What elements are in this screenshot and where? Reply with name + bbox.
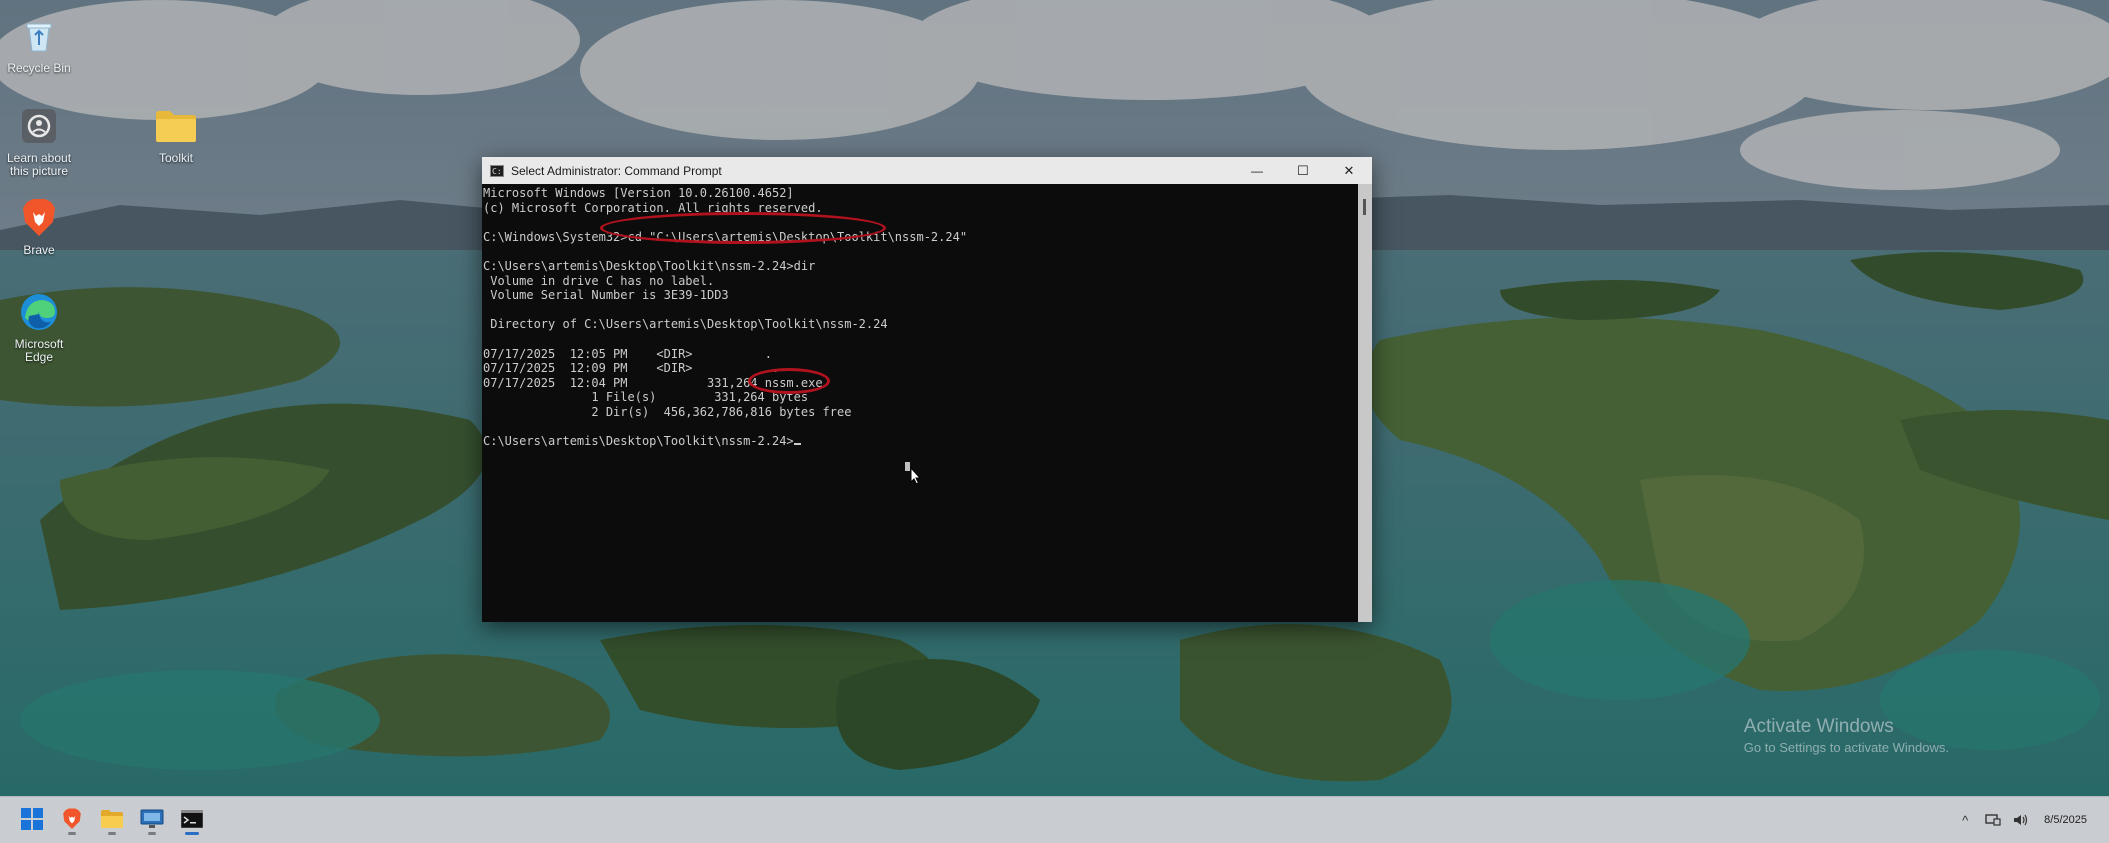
console-line: 07/17/2025 12:09 PM <DIR> .. — [483, 361, 780, 376]
console-line: Volume Serial Number is 3E39-1DD3 — [483, 288, 729, 303]
folder-icon — [154, 104, 198, 148]
taskbar-brave-button[interactable] — [55, 802, 89, 836]
console-line: 2 Dir(s) 456,362,786,816 bytes free — [483, 404, 852, 419]
desktop-icon-recycle-bin[interactable]: Recycle Bin — [0, 14, 78, 75]
taskbar-date: 8/5/2025 — [2044, 814, 2087, 826]
taskbar-start-button[interactable] — [15, 802, 49, 836]
activation-watermark: Activate Windows Go to Settings to activ… — [1744, 716, 1949, 755]
console-line: Volume in drive C has no label. — [483, 273, 715, 288]
desktop-icon-label: Microsoft Edge — [14, 337, 64, 364]
maximize-icon: ☐ — [1297, 162, 1309, 178]
console-prompt-line[interactable]: C:\Users\artemis\Desktop\Toolkit\nssm-2.… — [483, 434, 1358, 449]
desktop-icon-label: Toolkit — [158, 151, 193, 165]
command-prompt-window[interactable]: C: Select Administrator: Command Prompt … — [482, 157, 1372, 622]
taskbar-remote-desktop-button[interactable] — [135, 802, 169, 836]
vertical-scrollbar[interactable] — [1358, 184, 1372, 622]
running-indicator — [108, 832, 116, 835]
brave-lion-icon — [63, 808, 81, 829]
close-icon: ✕ — [1343, 162, 1355, 178]
system-tray: ^ 8/5/2025 — [1954, 797, 2109, 843]
console-line: Directory of C:\Users\artemis\Desktop\To… — [483, 317, 888, 332]
maximize-button[interactable]: ☐ — [1280, 157, 1326, 184]
recycle-bin-icon — [17, 14, 61, 58]
watermark-subtitle: Go to Settings to activate Windows. — [1743, 740, 1949, 755]
taskbar: ^ 8/5/2025 — [0, 796, 2109, 843]
minimize-button[interactable]: — — [1234, 157, 1280, 184]
running-indicator — [148, 832, 156, 835]
console-output[interactable]: Microsoft Windows [Version 10.0.26100.46… — [482, 184, 1358, 622]
console-line: (c) Microsoft Corporation. All rights re… — [483, 200, 823, 215]
text-cursor — [793, 443, 801, 446]
terminal-icon: C: — [490, 164, 504, 177]
desktop-icon-brave[interactable]: Brave — [0, 196, 78, 257]
taskbar-clock[interactable]: 8/5/2025 — [2044, 813, 2087, 827]
desktop-icon-learn-about-picture[interactable]: Learn about this picture — [0, 104, 78, 178]
desktop-icon-label: Brave — [23, 243, 55, 257]
console-line: 07/17/2025 12:05 PM <DIR> . — [483, 346, 772, 361]
taskbar-command-prompt-button[interactable] — [175, 802, 209, 836]
running-indicator — [185, 832, 199, 835]
file-explorer-icon — [101, 810, 123, 828]
windows-start-icon — [21, 808, 43, 830]
learn-camera-icon — [17, 104, 61, 148]
console-line: C:\Windows\System32>cd "C:\Users\artemis… — [483, 229, 968, 244]
running-indicator — [68, 832, 76, 835]
edge-icon — [17, 290, 61, 334]
desktop-icon-microsoft-edge[interactable]: Microsoft Edge — [0, 290, 78, 364]
taskbar-file-explorer-button[interactable] — [95, 802, 129, 836]
console-line: C:\Users\artemis\Desktop\Toolkit\nssm-2.… — [483, 258, 816, 273]
console-line: Microsoft Windows [Version 10.0.26100.46… — [483, 186, 794, 200]
show-hidden-icons-chevron-icon[interactable]: ^ — [1954, 809, 1976, 831]
console-prompt: C:\Users\artemis\Desktop\Toolkit\nssm-2.… — [483, 434, 794, 449]
scrollbar-thumb[interactable] — [1363, 199, 1366, 215]
minimize-icon: — — [1251, 163, 1263, 178]
desktop-icon-label: Learn about this picture — [6, 151, 72, 178]
console-line: 07/17/2025 12:04 PM 331,264 nssm.exe — [483, 375, 823, 390]
network-icon[interactable] — [1982, 809, 2004, 831]
close-button[interactable]: ✕ — [1326, 157, 1372, 184]
volume-icon[interactable] — [2010, 809, 2032, 831]
desktop-icon-label: Recycle Bin — [7, 61, 71, 75]
window-title: Select Administrator: Command Prompt — [511, 163, 722, 178]
mouse-pointer-icon — [905, 462, 922, 485]
brave-lion-icon — [17, 196, 61, 240]
terminal-icon — [181, 810, 203, 828]
console-line: 1 File(s) 331,264 bytes — [483, 390, 809, 405]
watermark-title: Activate Windows — [1743, 716, 1894, 737]
window-titlebar[interactable]: C: Select Administrator: Command Prompt … — [482, 157, 1372, 184]
monitor-icon — [140, 809, 164, 828]
desktop-icon-toolkit[interactable]: Toolkit — [137, 104, 215, 165]
